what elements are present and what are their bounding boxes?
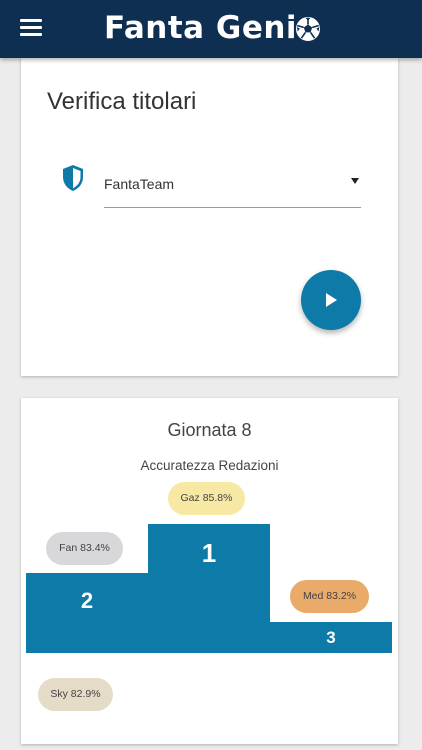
team-select-value: FantaTeam [104, 176, 175, 192]
lineup-check-card: Verifica titolari FantaTeam [21, 58, 398, 376]
play-icon [326, 293, 337, 307]
app-title: Fanta Geni [104, 10, 298, 46]
dropdown-caret-icon [351, 178, 359, 184]
ranking-subtitle: Accuratezza Redazioni [140, 458, 279, 473]
podium-first: 1 [148, 524, 270, 653]
play-button[interactable] [301, 270, 361, 330]
podium-third: 3 [270, 622, 392, 653]
round-title: Giornata 8 [167, 420, 252, 440]
card-title: Verifica titolari [47, 88, 197, 115]
podium-first-number: 1 [201, 538, 217, 568]
podium-third-number: 3 [326, 628, 336, 647]
menu-icon[interactable] [20, 19, 42, 37]
soccer-ball-icon [296, 17, 321, 41]
app-logo: Fanta Geni [104, 8, 321, 48]
podium-second: 2 [26, 573, 148, 653]
third-place-pill: Med 83.2% [290, 580, 369, 613]
ranking-card: Giornata 8 Accuratezza Redazioni Gaz 85.… [21, 398, 398, 744]
app-bar: Fanta Geni [0, 0, 422, 58]
shield-icon [63, 165, 83, 191]
first-place-pill: Gaz 85.8% [168, 482, 245, 515]
team-select[interactable]: FantaTeam [104, 170, 361, 208]
podium-second-number: 2 [80, 588, 94, 613]
second-place-pill: Fan 83.4% [46, 532, 123, 565]
fourth-place-pill: Sky 82.9% [38, 678, 113, 711]
